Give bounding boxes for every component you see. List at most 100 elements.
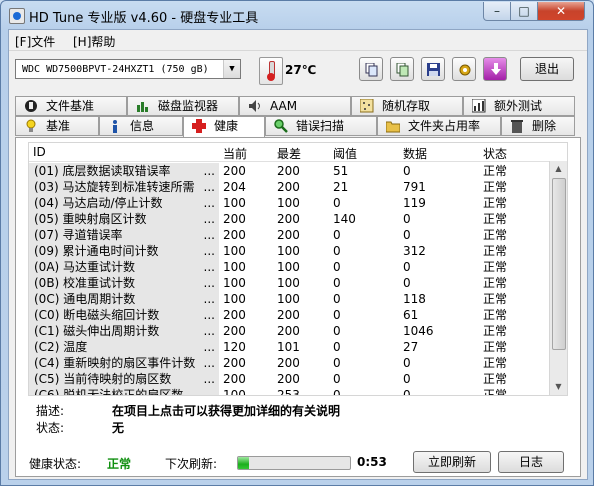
- scroll-down-icon[interactable]: ▼: [550, 379, 567, 395]
- status-cell: 正常: [483, 324, 508, 338]
- status-cell: 正常: [483, 260, 508, 274]
- scrollbar-thumb[interactable]: [552, 178, 566, 350]
- table-row[interactable]: (0C) 通电周期计数... 100 100 0 118 正常: [29, 291, 567, 307]
- vertical-scrollbar[interactable]: ▲ ▼: [549, 161, 567, 395]
- scroll-up-icon[interactable]: ▲: [550, 161, 567, 177]
- attribute-name-cell[interactable]: (C6) 脱机无法校正的扇区数...: [29, 387, 219, 396]
- data-cell: 0: [403, 356, 411, 370]
- table-row[interactable]: (04) 马达启动/停止计数... 100 100 0 119 正常: [29, 195, 567, 211]
- table-row[interactable]: (C0) 断电磁头缩回计数... 200 200 0 61 正常: [29, 307, 567, 323]
- attribute-name-cell[interactable]: (C5) 当前待映射的扇区数...: [29, 371, 219, 387]
- table-row[interactable]: (0A) 马达重试计数... 100 100 0 0 正常: [29, 259, 567, 275]
- table-row[interactable]: (C2) 温度... 120 101 0 27 正常: [29, 339, 567, 355]
- table-row[interactable]: (01) 底层数据读取错误率... 200 200 51 0 正常: [29, 163, 567, 179]
- threshold-cell: 0: [333, 340, 341, 354]
- refresh-now-button[interactable]: 立即刷新: [413, 451, 491, 473]
- column-header-threshold[interactable]: 阈值: [333, 145, 357, 162]
- table-row[interactable]: (C1) 磁头伸出周期计数... 200 200 0 1046 正常: [29, 323, 567, 339]
- tab-file-benchmark[interactable]: 文件基准: [15, 96, 127, 116]
- attribute-name-cell[interactable]: (01) 底层数据读取错误率...: [29, 163, 219, 179]
- table-row[interactable]: (03) 马达旋转到标准转速所需... 204 200 21 791 正常: [29, 179, 567, 195]
- copy-image-icon: [396, 62, 409, 77]
- copy-text-button[interactable]: [359, 57, 383, 81]
- exit-button[interactable]: 退出: [520, 57, 574, 81]
- attribute-name: (03) 马达旋转到标准转速所需: [34, 180, 195, 194]
- status-cell: 正常: [483, 244, 508, 258]
- speaker-icon: [248, 99, 262, 113]
- tab-health[interactable]: 健康: [183, 116, 265, 138]
- close-button[interactable]: ✕: [537, 2, 585, 21]
- drive-select[interactable]: WDC WD7500BPVT-24HXZT1 (750 gB) ▼: [15, 59, 241, 79]
- refresh-progress-bar: [237, 456, 351, 470]
- title-bar[interactable]: HD Tune 专业版 v4.60 - 硬盘专业工具 – □ ✕: [1, 1, 593, 29]
- menu-file[interactable]: [F]文件: [15, 33, 55, 50]
- disk-monitor-icon: [136, 99, 150, 113]
- tab-info[interactable]: 信息: [99, 116, 183, 136]
- data-cell: 0: [403, 260, 411, 274]
- tab-delete[interactable]: 删除: [501, 116, 575, 136]
- data-cell: 0: [403, 228, 411, 242]
- attribute-name-cell[interactable]: (C2) 温度...: [29, 339, 219, 355]
- tab-random-access[interactable]: 随机存取: [351, 96, 463, 116]
- menu-help[interactable]: [H]帮助: [73, 33, 115, 50]
- attribute-name-cell[interactable]: (0B) 校准重试计数...: [29, 275, 219, 291]
- status-label: 状态:: [36, 421, 65, 435]
- current-cell: 100: [223, 388, 246, 396]
- log-button[interactable]: 日志: [498, 451, 564, 473]
- column-header-current[interactable]: 当前: [223, 145, 247, 162]
- chevron-down-icon[interactable]: ▼: [223, 60, 240, 78]
- attribute-name-cell[interactable]: (04) 马达启动/停止计数...: [29, 195, 219, 211]
- refresh-progress-fill: [238, 457, 250, 469]
- threshold-cell: 0: [333, 372, 341, 386]
- attribute-name-cell[interactable]: (0A) 马达重试计数...: [29, 259, 219, 275]
- tab-aam[interactable]: AAM: [239, 96, 351, 116]
- column-header-worst[interactable]: 最差: [277, 145, 301, 162]
- tab-benchmark[interactable]: 基准: [15, 116, 99, 136]
- table-row[interactable]: (0B) 校准重试计数... 100 100 0 0 正常: [29, 275, 567, 291]
- current-cell: 200: [223, 308, 246, 322]
- attribute-name-cell[interactable]: (05) 重映射扇区计数...: [29, 211, 219, 227]
- maximize-button[interactable]: □: [510, 2, 538, 21]
- attribute-name-cell[interactable]: (C4) 重新映射的扇区事件计数...: [29, 355, 219, 371]
- attribute-name-cell[interactable]: (09) 累计通电时间计数...: [29, 243, 219, 259]
- attribute-name: (C4) 重新映射的扇区事件计数: [34, 356, 196, 370]
- save-button[interactable]: [421, 57, 445, 81]
- temperature-readout: 27℃: [285, 63, 317, 77]
- table-row[interactable]: (09) 累计通电时间计数... 100 100 0 312 正常: [29, 243, 567, 259]
- smart-attributes-table[interactable]: ID 当前 最差 阈值 数据 状态 (01) 底层数据读取错误率... 200 20…: [28, 142, 568, 396]
- threshold-cell: 0: [333, 244, 341, 258]
- status-cell: 正常: [483, 196, 508, 210]
- tab-error-scan[interactable]: 错误扫描: [265, 116, 377, 136]
- attribute-name: (C6) 脱机无法校正的扇区数: [34, 388, 184, 396]
- worst-cell: 200: [277, 308, 300, 322]
- attribute-name-cell[interactable]: (0C) 通电周期计数...: [29, 291, 219, 307]
- attribute-name-cell[interactable]: (C0) 断电磁头缩回计数...: [29, 307, 219, 323]
- options-button[interactable]: [452, 57, 476, 81]
- download-button[interactable]: [483, 57, 507, 81]
- attribute-name-cell[interactable]: (C1) 磁头伸出周期计数...: [29, 323, 219, 339]
- table-row[interactable]: (C5) 当前待映射的扇区数... 200 200 0 0 正常: [29, 371, 567, 387]
- tab-disk-monitor[interactable]: 磁盘监视器: [127, 96, 239, 116]
- table-row[interactable]: (C4) 重新映射的扇区事件计数... 200 200 0 0 正常: [29, 355, 567, 371]
- table-row[interactable]: (05) 重映射扇区计数... 200 200 140 0 正常: [29, 211, 567, 227]
- table-row[interactable]: (C6) 脱机无法校正的扇区数... 100 253 0 0 正常: [29, 387, 567, 396]
- tab-extra-tests[interactable]: 额外测试: [463, 96, 575, 116]
- copy-icon: [365, 62, 378, 77]
- status-cell: 正常: [483, 164, 508, 178]
- table-row[interactable]: (07) 寻道错误率... 200 200 0 0 正常: [29, 227, 567, 243]
- column-header-id[interactable]: ID: [33, 145, 46, 159]
- random-access-icon: [359, 98, 374, 113]
- attribute-name-cell[interactable]: (07) 寻道错误率...: [29, 227, 219, 243]
- minimize-button[interactable]: –: [483, 2, 511, 21]
- column-header-data[interactable]: 数据: [403, 145, 427, 162]
- tab-folder-usage[interactable]: 文件夹占用率: [377, 116, 501, 136]
- data-cell: 27: [403, 340, 419, 354]
- worst-cell: 200: [277, 324, 300, 338]
- copy-screenshot-button[interactable]: [390, 57, 414, 81]
- worst-cell: 100: [277, 196, 300, 210]
- attribute-name: (0A) 马达重试计数: [34, 260, 136, 274]
- column-header-status[interactable]: 状态: [483, 145, 507, 162]
- app-window: HD Tune 专业版 v4.60 - 硬盘专业工具 – □ ✕ [F]文件 […: [0, 0, 594, 486]
- attribute-name-cell[interactable]: (03) 马达旋转到标准转速所需...: [29, 179, 219, 195]
- file-benchmark-icon: [24, 99, 38, 113]
